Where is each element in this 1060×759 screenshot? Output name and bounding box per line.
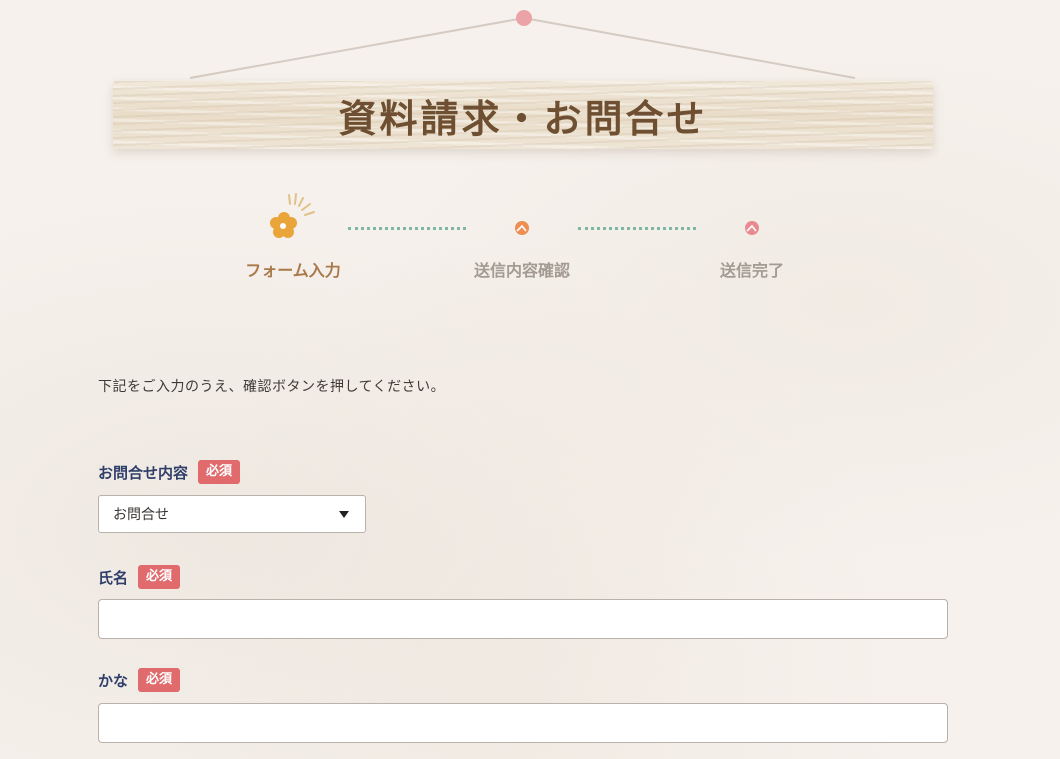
- title-board: 資料請求・お問合せ: [113, 81, 933, 149]
- form-instruction: 下記をご入力のうえ、確認ボタンを押してください。: [98, 379, 446, 395]
- ball-orange-icon: [515, 221, 529, 235]
- inquiry-type-select[interactable]: お問合せ: [98, 495, 366, 533]
- flower-icon: [270, 193, 315, 238]
- kana-input[interactable]: [98, 703, 948, 743]
- required-badge: 必須: [138, 565, 181, 589]
- inquiry-type-label-row: お問合せ内容 必須: [98, 460, 241, 484]
- name-label: 氏名: [98, 568, 129, 587]
- ball-pink-icon: [745, 221, 759, 235]
- step-label-form-input: フォーム入力: [245, 261, 341, 280]
- step-connector-2: [578, 227, 696, 230]
- page-title: 資料請求・お問合せ: [338, 96, 708, 141]
- inquiry-type-label: お問合せ内容: [98, 463, 189, 482]
- name-label-row: 氏名 必須: [98, 565, 181, 589]
- step-label-confirm: 送信内容確認: [473, 261, 570, 280]
- inquiry-type-selected-value: お問合せ: [113, 507, 169, 523]
- dropdown-arrow-icon: [339, 511, 349, 518]
- kana-label-row: かな 必須: [98, 668, 181, 692]
- pin-icon: [516, 10, 532, 26]
- required-badge: 必須: [138, 668, 181, 692]
- step-label-complete: 送信完了: [719, 261, 784, 280]
- step-connector-1: [348, 227, 466, 230]
- required-badge: 必須: [198, 460, 241, 484]
- name-input[interactable]: [98, 599, 948, 639]
- kana-label: かな: [98, 671, 129, 690]
- progress-steps: フォーム入力 送信内容確認 送信完了: [0, 190, 1060, 290]
